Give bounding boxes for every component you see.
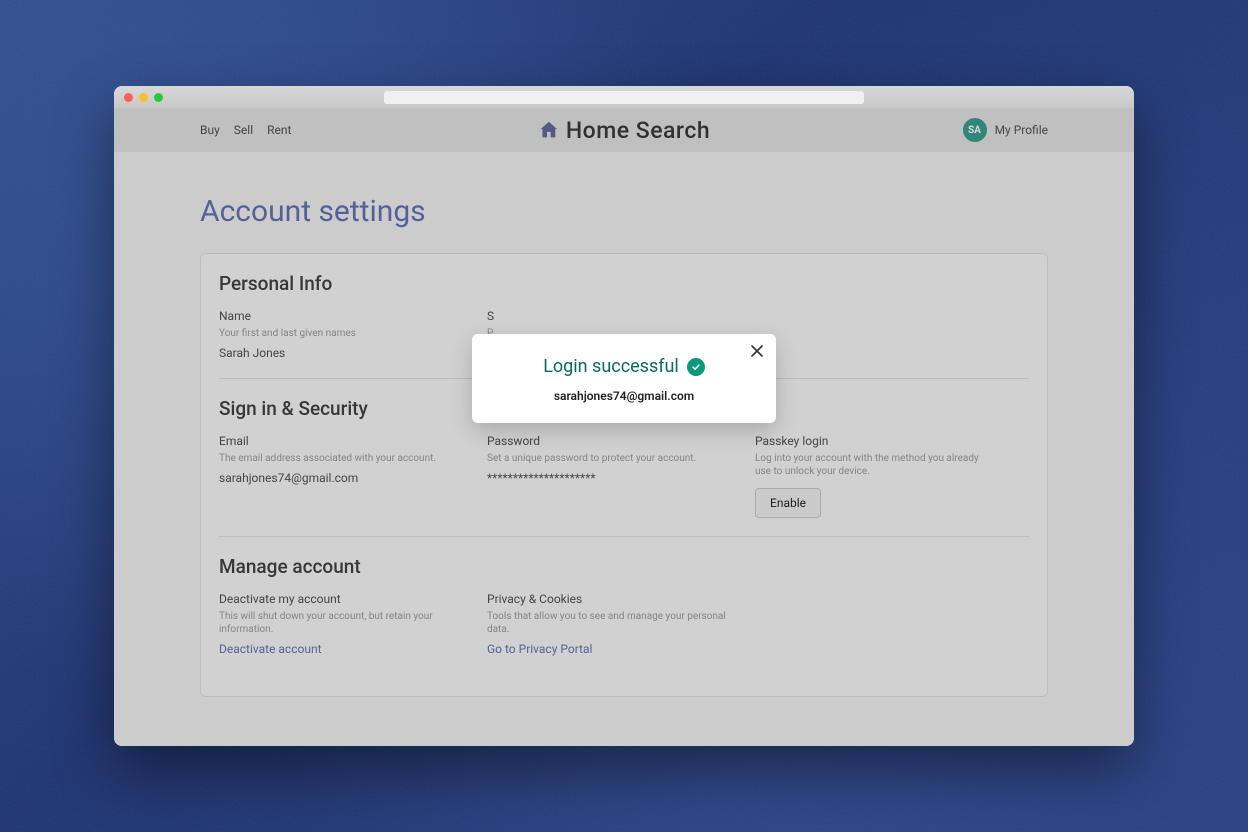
app-window: Buy Sell Rent Home Search SA My Profile … (114, 86, 1134, 746)
modal-overlay[interactable] (114, 108, 1134, 746)
modal-title: Login successful (490, 356, 758, 377)
window-titlebar (114, 86, 1134, 108)
modal-email: sarahjones74@gmail.com (490, 389, 758, 403)
window-maximize-button[interactable] (154, 93, 163, 102)
check-circle-icon (687, 358, 705, 376)
login-success-modal: Login successful sarahjones74@gmail.com (472, 334, 776, 423)
close-icon[interactable] (750, 344, 764, 361)
window-minimize-button[interactable] (139, 93, 148, 102)
browser-url-bar[interactable] (384, 91, 864, 104)
window-close-button[interactable] (124, 93, 133, 102)
modal-title-text: Login successful (543, 356, 679, 377)
